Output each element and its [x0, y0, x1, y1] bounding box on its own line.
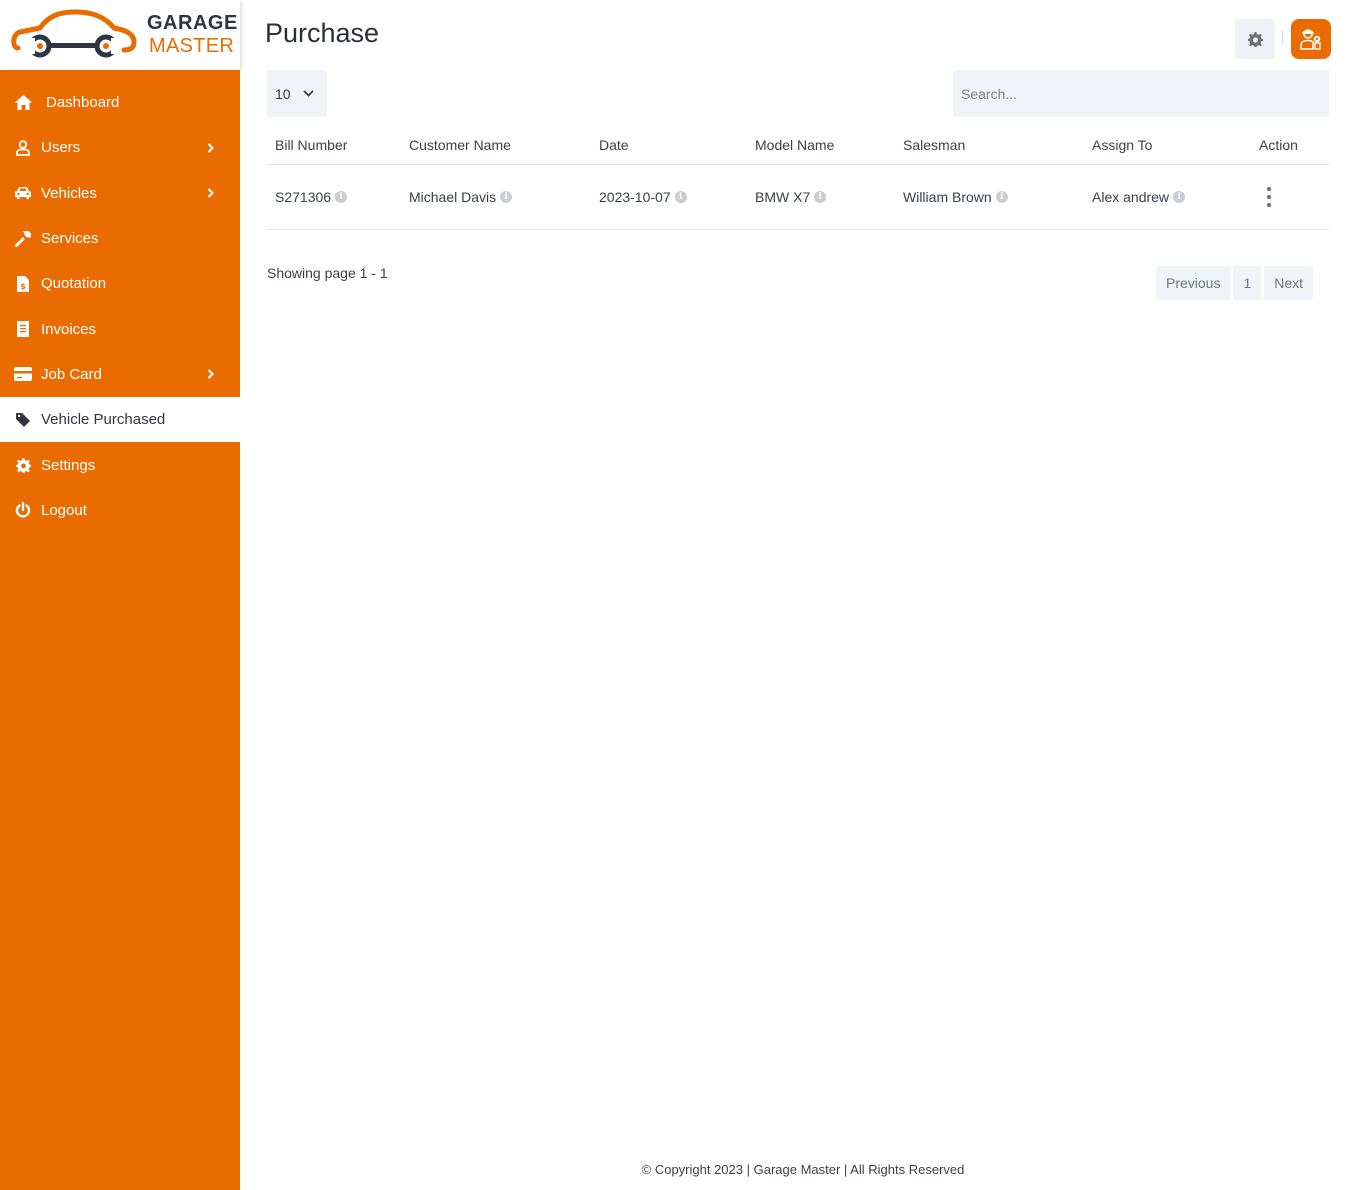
column-header-model-name[interactable]: Model Name — [755, 125, 834, 164]
sidebar-item-label: Quotation — [41, 275, 107, 293]
gear-icon — [14, 456, 32, 474]
assign-to: Alex andrew — [1092, 189, 1170, 205]
cell-salesman: William Brown i — [903, 165, 1008, 229]
column-header-action: Action — [1259, 136, 1298, 153]
settings-button[interactable] — [1235, 19, 1275, 59]
sidebar-item-label: Dashboard — [46, 94, 120, 112]
info-icon[interactable]: i — [814, 191, 827, 203]
sidebar-item-invoices[interactable]: Invoices — [0, 306, 240, 351]
sidebar-item-users[interactable]: Users — [0, 125, 240, 170]
sidebar-item-logout[interactable]: Logout — [0, 488, 240, 533]
gear-icon — [1247, 31, 1263, 47]
column-header-date[interactable]: Date — [599, 125, 629, 164]
cell-customer-name: Michael Davis i — [409, 165, 513, 229]
sidebar-item-label: Services — [41, 230, 99, 248]
bill-number: S271306 — [275, 189, 332, 205]
sidebar-item-label: Vehicle Purchased — [41, 411, 166, 429]
search-input[interactable] — [953, 70, 1329, 117]
sidebar-item-label: Logout — [41, 501, 87, 519]
sidebar-item-label: Invoices — [41, 320, 97, 338]
sidebar-item-services[interactable]: Services — [0, 216, 240, 261]
chevron-right-icon — [207, 369, 214, 380]
power-icon — [14, 501, 32, 519]
sidebar-nav: Dashboard Users Vehicles Services $ Quot… — [0, 80, 240, 533]
sidebar-item-dashboard[interactable]: Dashboard — [0, 80, 240, 125]
next-page-button[interactable]: Next — [1264, 266, 1314, 300]
car-wrench-logo-icon — [11, 9, 137, 58]
cell-action — [1261, 165, 1277, 229]
sidebar-item-vehicle-purchased[interactable]: Vehicle Purchased — [0, 397, 240, 443]
car-icon — [14, 184, 32, 202]
date: 2023-10-07 — [599, 189, 671, 205]
brand-line2: MASTER — [149, 35, 235, 57]
info-icon[interactable]: i — [674, 191, 687, 203]
sidebar-item-vehicles[interactable]: Vehicles — [0, 171, 240, 216]
info-icon[interactable]: i — [500, 191, 513, 203]
page-size-value: 10 — [275, 85, 291, 102]
sidebar-item-job-card[interactable]: Job Card — [0, 352, 240, 397]
table-header: Bill Number Customer Name Date Model Nam… — [267, 125, 1329, 165]
previous-page-button[interactable]: Previous — [1156, 266, 1231, 300]
credit-card-icon — [14, 365, 32, 383]
row-actions-menu-button[interactable] — [1261, 183, 1277, 211]
sidebar-item-label: Settings — [41, 456, 96, 474]
brand-line1: GARAGE — [147, 12, 238, 34]
column-header-customer-name[interactable]: Customer Name — [409, 125, 511, 164]
info-icon[interactable]: i — [1173, 191, 1186, 203]
cell-model-name: BMW X7 i — [755, 165, 827, 229]
page-1-button[interactable]: 1 — [1233, 266, 1262, 300]
kebab-dot-icon — [1267, 203, 1271, 207]
column-header-bill-number[interactable]: Bill Number — [275, 125, 347, 164]
tag-icon — [14, 411, 32, 429]
page-title: Purchase — [265, 18, 380, 48]
sidebar-item-quotation[interactable]: $ Quotation — [0, 261, 240, 306]
app: GARAGE MASTER Dashboard Users Vehicles S… — [0, 0, 1366, 1190]
receipt-icon — [14, 320, 32, 338]
column-header-salesman[interactable]: Salesman — [903, 125, 965, 164]
sidebar-item-settings[interactable]: Settings — [0, 442, 240, 487]
purchase-table: Bill Number Customer Name Date Model Nam… — [267, 125, 1329, 230]
chevron-right-icon — [207, 188, 214, 198]
page-size-select[interactable]: 10 — [267, 70, 327, 117]
kebab-dot-icon — [1267, 187, 1271, 191]
kebab-dot-icon — [1267, 195, 1271, 199]
cell-date: 2023-10-07 i — [599, 165, 687, 229]
home-icon — [14, 94, 32, 112]
sidebar: GARAGE MASTER Dashboard Users Vehicles S… — [0, 0, 240, 1190]
file-invoice-dollar-icon: $ — [14, 275, 32, 293]
chevron-down-icon — [303, 90, 314, 97]
user-icon — [14, 139, 32, 157]
brand-logo[interactable]: GARAGE MASTER — [0, 0, 240, 70]
salesman: William Brown — [903, 189, 992, 205]
copyright-footer: © Copyright 2023 | Garage Master | All R… — [641, 1162, 965, 1177]
sidebar-item-label: Job Card — [41, 365, 102, 383]
info-icon[interactable]: i — [995, 191, 1008, 203]
cell-bill-number: S271306 i — [275, 165, 348, 229]
model-name: BMW X7 — [755, 189, 811, 205]
svg-text:$: $ — [20, 282, 26, 291]
table-row: S271306 i Michael Davis i 2023-10-07 i BMW … — [267, 165, 1329, 230]
user-avatar-icon — [1300, 29, 1321, 50]
column-header-assign-to[interactable]: Assign To — [1092, 125, 1152, 164]
cell-assign-to: Alex andrew i — [1092, 165, 1186, 229]
customer-name: Michael Davis — [409, 189, 497, 205]
pagination: Previous 1 Next — [1156, 266, 1314, 300]
wrench-icon — [14, 230, 32, 248]
chevron-right-icon — [207, 143, 214, 153]
sidebar-item-label: Users — [41, 139, 81, 157]
profile-button[interactable] — [1291, 19, 1331, 59]
header-divider — [1282, 31, 1283, 43]
sidebar-item-label: Vehicles — [41, 184, 97, 202]
info-icon[interactable]: i — [335, 191, 348, 203]
pagination-info: Showing page 1 - 1 — [267, 265, 388, 281]
